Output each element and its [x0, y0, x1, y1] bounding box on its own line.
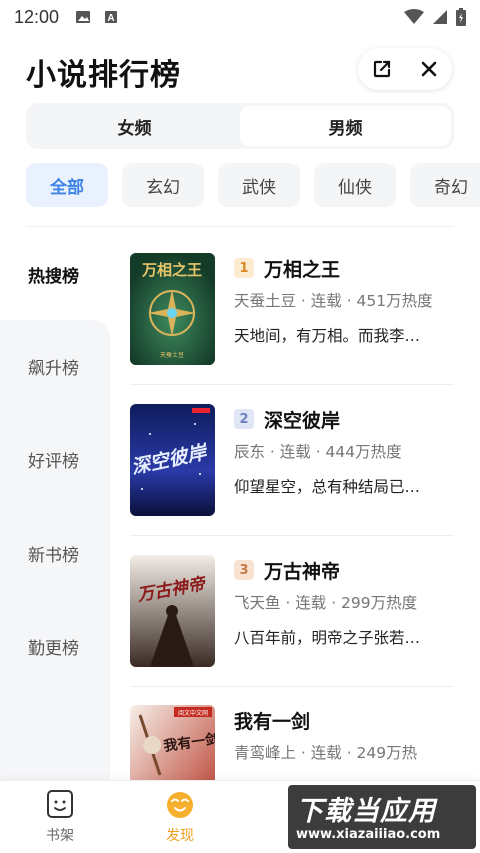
nav-discover[interactable]: 发现: [150, 789, 210, 845]
book-meta: 青鸾峰上 · 连载 · 249万热: [234, 744, 418, 762]
nav-bookshelf[interactable]: 书架: [30, 789, 90, 845]
book-title[interactable]: 我有一剑: [234, 707, 310, 734]
close-button[interactable]: [414, 54, 444, 84]
divider: [26, 226, 454, 227]
battery-icon: [456, 8, 466, 26]
header-action-group: [358, 48, 452, 90]
side-item-top-rated[interactable]: 好评榜: [28, 447, 79, 472]
page-title: 小说排行榜: [26, 58, 181, 93]
rank-badge: 3: [234, 560, 254, 580]
wifi-icon: [404, 9, 424, 24]
watermark-logo: 下载当应用 www.xiazaiiiao.com: [288, 785, 476, 849]
book-meta: 辰东 · 连载 · 444万热度: [234, 443, 402, 461]
cover-art-image: 阅文中文网 我有一剑: [130, 705, 215, 780]
nav-label: 书架: [46, 828, 74, 844]
side-item-new-books[interactable]: 新书榜: [28, 541, 79, 566]
rank-badge: 2: [234, 409, 254, 429]
book-cover[interactable]: 阅文中文网 我有一剑: [130, 705, 215, 780]
list-divider: [130, 686, 454, 687]
status-bar: 12:00 A: [0, 0, 480, 34]
book-info: 3 万古神帝 飞天鱼 · 连载 · 299万热度 八百年前，明帝之子张若…: [234, 555, 456, 652]
book-item[interactable]: 深空彼岸 2 深空彼岸 辰东 · 连载 · 444万热度 仰望星空，总有种结局已…: [130, 404, 454, 534]
category-chips: 全部 玄幻 武侠 仙侠 奇幻: [26, 163, 480, 207]
book-title[interactable]: 万古神帝: [264, 557, 340, 584]
watermark-text: 下载当应用: [296, 796, 436, 827]
gender-tabs: 女频 男频: [26, 103, 454, 149]
watermark-url: www.xiazaiiiao.com: [296, 827, 441, 842]
book-title[interactable]: 万相之王: [264, 255, 340, 282]
book-info: 1 万相之王 天蚕土豆 · 连载 · 451万热度 天地间，有万相。而我李…: [234, 253, 456, 350]
book-item[interactable]: 万相之王 天蚕土豆 1 万相之王 天蚕土豆 · 连载 · 451万热度 天地间，…: [130, 253, 454, 383]
book-item[interactable]: 阅文中文网 我有一剑 我有一剑 青鸾峰上 · 连载 · 249万热: [130, 705, 454, 780]
cover-art-image: 万古神帝: [130, 555, 215, 667]
cover-art-image: 万相之王 天蚕土豆: [130, 253, 215, 365]
chip-all[interactable]: 全部: [26, 163, 108, 207]
cover-author-text: 天蚕土豆: [160, 351, 184, 359]
book-info: 我有一剑 青鸾峰上 · 连载 · 249万热: [234, 705, 454, 768]
status-time: 12:00: [14, 6, 60, 27]
list-divider: [130, 535, 454, 536]
share-icon: [373, 60, 390, 78]
book-description: 天地间，有万相。而我李…: [234, 327, 421, 345]
book-cover[interactable]: 万相之王 天蚕土豆: [130, 253, 215, 365]
list-divider: [130, 384, 454, 385]
signal-icon: [433, 10, 447, 24]
rank-badge: 1: [234, 258, 254, 278]
book-title[interactable]: 深空彼岸: [264, 406, 340, 433]
image-notification-icon: [76, 11, 91, 23]
tab-female[interactable]: 女频: [29, 106, 240, 146]
app-notification-icon: A: [105, 11, 118, 24]
book-description: 八百年前，明帝之子张若…: [234, 629, 421, 647]
book-cover[interactable]: 深空彼岸: [130, 404, 215, 516]
cover-art-image: 深空彼岸: [130, 404, 215, 516]
chip-xuanhuan[interactable]: 玄幻: [122, 163, 204, 207]
side-item-hot-search[interactable]: 热搜榜: [0, 228, 110, 320]
close-icon: [421, 61, 436, 77]
chip-qihuan[interactable]: 奇幻: [410, 163, 480, 207]
book-cover[interactable]: 万古神帝: [130, 555, 215, 667]
svg-text:A: A: [107, 13, 114, 24]
book-description: 仰望星空，总有种结局已…: [234, 478, 421, 496]
side-item-frequent-updates[interactable]: 勤更榜: [28, 634, 79, 659]
nav-label: 发现: [166, 828, 194, 844]
discover-icon: [167, 792, 193, 818]
book-info: 2 深空彼岸 辰东 · 连载 · 444万热度 仰望星空，总有种结局已…: [234, 404, 456, 501]
cover-title-text: 万相之王: [141, 261, 202, 279]
book-item[interactable]: 万古神帝 3 万古神帝 飞天鱼 · 连载 · 299万热度 八百年前，明帝之子张…: [130, 555, 454, 685]
share-button[interactable]: [367, 54, 397, 84]
tab-male[interactable]: 男频: [240, 106, 451, 146]
cover-publisher-text: 阅文中文网: [178, 709, 208, 717]
chip-xianxia[interactable]: 仙侠: [314, 163, 396, 207]
side-menu: 飙升榜 好评榜 新书榜 勤更榜: [0, 320, 110, 780]
bookshelf-icon: [47, 790, 73, 818]
chip-wuxia[interactable]: 武侠: [218, 163, 300, 207]
book-meta: 飞天鱼 · 连载 · 299万热度: [234, 594, 418, 612]
book-meta: 天蚕土豆 · 连载 · 451万热度: [234, 292, 433, 310]
status-indicators: [404, 8, 466, 26]
side-item-rising[interactable]: 飙升榜: [28, 354, 79, 379]
